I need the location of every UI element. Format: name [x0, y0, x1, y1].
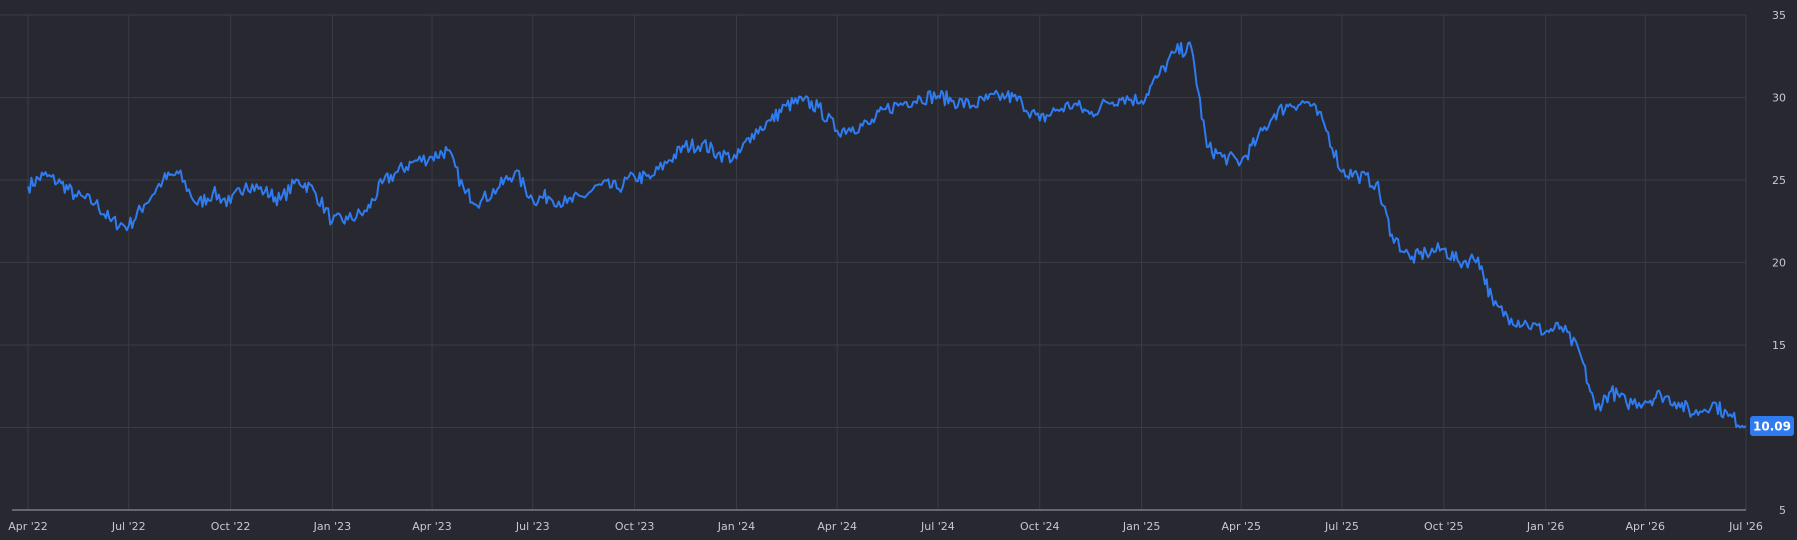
y-tick-label: 35: [1772, 9, 1786, 22]
x-tick-label: Apr '24: [817, 520, 857, 533]
x-tick-label: Oct '25: [1424, 520, 1464, 533]
x-tick-label: Jul '24: [920, 520, 955, 533]
price-series: [27, 41, 1747, 429]
last-value-label: 10.09: [1753, 420, 1791, 434]
x-tick-label: Jul '22: [111, 520, 146, 533]
y-tick-label: 20: [1772, 257, 1786, 270]
x-tick-label: Jul '26: [1728, 520, 1763, 533]
x-tick-label: Jan '23: [313, 520, 351, 533]
grid-lines: [0, 14, 1747, 510]
x-tick-label: Oct '22: [211, 520, 251, 533]
x-axis: Apr '22 Jul '22 Oct '22 Jan '23 Apr '23 Jul '…: [8, 509, 1763, 533]
y-tick-label: 15: [1772, 339, 1786, 352]
x-tick-label: Jan '25: [1122, 520, 1160, 533]
last-value-badge: 10.09: [1750, 416, 1794, 437]
chart-canvas: Apr '22 Jul '22 Oct '22 Jan '23 Apr '23 Jul '…: [0, 9, 1794, 533]
stock-price-chart: Apr '22 Jul '22 Oct '22 Jan '23 Apr '23 Jul '…: [0, 0, 1797, 540]
x-tick-label: Apr '25: [1221, 520, 1261, 533]
x-tick-label: Oct '24: [1020, 520, 1060, 533]
x-tick-label: Oct '23: [615, 520, 655, 533]
x-tick-label: Jan '26: [1526, 520, 1564, 533]
y-tick-label: 25: [1772, 174, 1786, 187]
x-tick-label: Jul '25: [1324, 520, 1359, 533]
x-tick-label: Jul '23: [515, 520, 550, 533]
price-line: [27, 41, 1747, 429]
y-tick-label: 30: [1772, 92, 1786, 105]
x-tick-label: Apr '23: [412, 520, 452, 533]
y-axis: 5101520253035: [1772, 9, 1786, 517]
x-tick-label: Jan '24: [717, 520, 755, 533]
x-tick-label: Apr '26: [1625, 520, 1665, 533]
y-tick-label: 5: [1779, 504, 1786, 517]
x-tick-label: Apr '22: [8, 520, 48, 533]
